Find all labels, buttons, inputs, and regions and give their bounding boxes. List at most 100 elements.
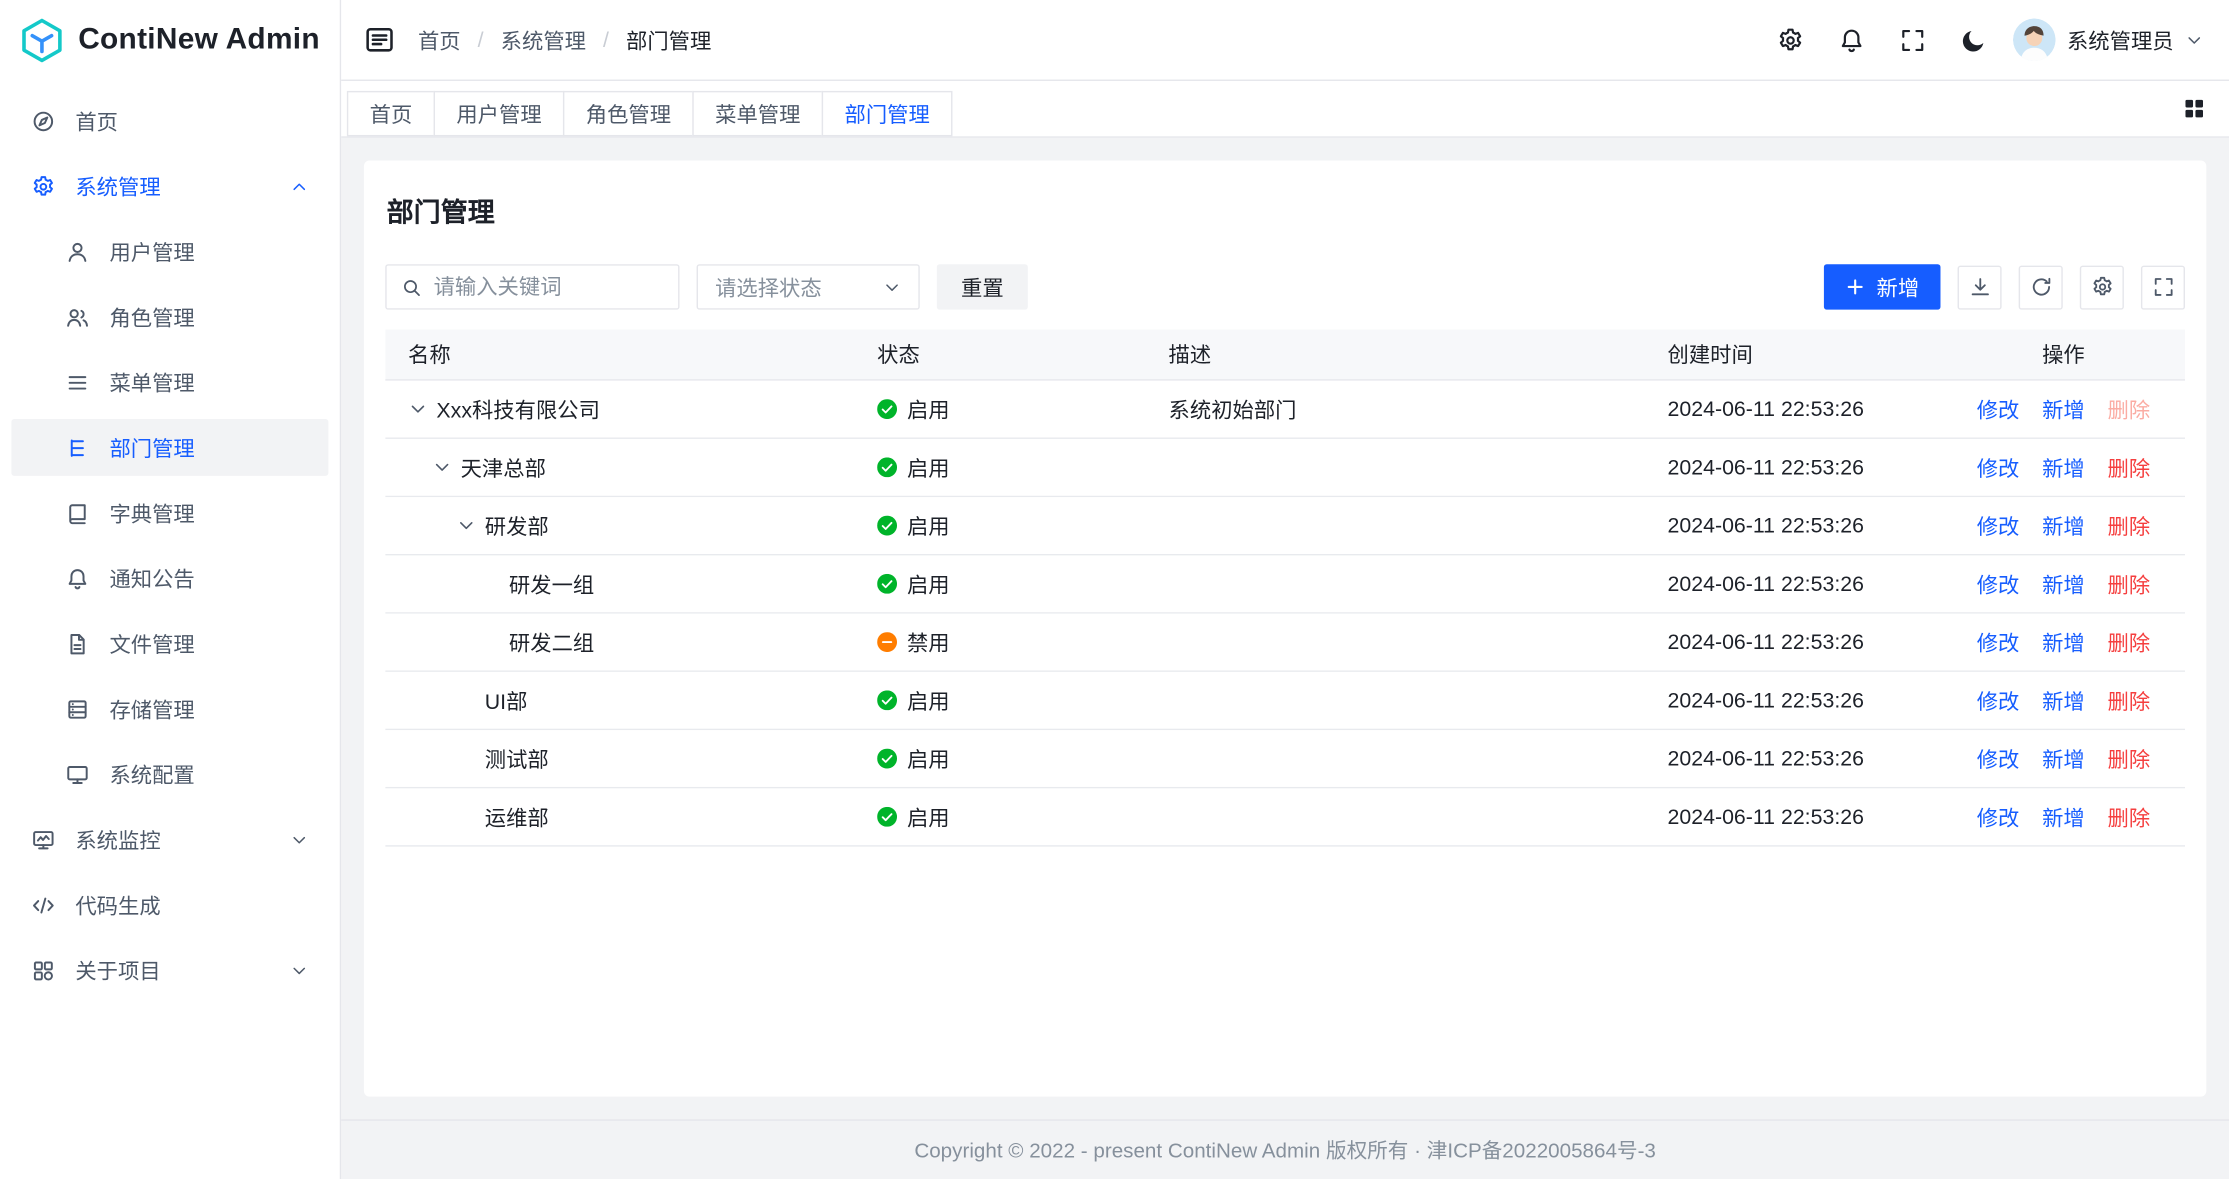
sidebar-item-about[interactable]: 关于项目 bbox=[11, 942, 328, 999]
collapse-caret-icon[interactable] bbox=[408, 399, 428, 419]
edit-link[interactable]: 修改 bbox=[1977, 627, 2020, 657]
sidebar-item-role[interactable]: 角色管理 bbox=[11, 288, 328, 345]
breadcrumb-item[interactable]: 首页 bbox=[418, 25, 461, 55]
book-icon bbox=[65, 501, 89, 525]
settings-gear-icon[interactable] bbox=[1777, 26, 1804, 53]
sidebar-item-config[interactable]: 系统配置 bbox=[11, 746, 328, 803]
tab-首页[interactable]: 首页 bbox=[347, 91, 435, 136]
edit-link[interactable]: 修改 bbox=[1977, 802, 2020, 832]
dept-description: 系统初始部门 bbox=[1146, 381, 1645, 438]
sidebar-item-notice[interactable]: 通知公告 bbox=[11, 550, 328, 607]
add-child-link[interactable]: 新增 bbox=[2042, 511, 2085, 541]
add-child-link[interactable]: 新增 bbox=[2042, 685, 2085, 715]
refresh-button[interactable] bbox=[2019, 265, 2063, 309]
dept-description bbox=[1146, 555, 1645, 612]
logo[interactable]: ContiNew Admin bbox=[0, 0, 340, 80]
export-download-button[interactable] bbox=[1958, 265, 2002, 309]
tab-actions-grid-icon[interactable] bbox=[2182, 97, 2206, 121]
dept-name: 天津总部 bbox=[461, 452, 546, 482]
status-label: 启用 bbox=[907, 802, 950, 832]
fullscreen-icon[interactable] bbox=[1899, 26, 1926, 53]
plus-icon bbox=[1845, 277, 1865, 297]
dashboard-icon bbox=[31, 109, 55, 133]
edit-link[interactable]: 修改 bbox=[1977, 569, 2020, 599]
sidebar-item-file[interactable]: 文件管理 bbox=[11, 615, 328, 672]
sidebar-item-system[interactable]: 系统管理 bbox=[11, 158, 328, 215]
user-menu[interactable]: 系统管理员 bbox=[2013, 18, 2204, 61]
sidebar-item-codegen[interactable]: 代码生成 bbox=[11, 876, 328, 933]
chevron-down-icon bbox=[883, 278, 901, 296]
edit-link[interactable]: 修改 bbox=[1977, 394, 2020, 424]
created-time: 2024-06-11 22:53:26 bbox=[1645, 497, 1944, 554]
add-child-link[interactable]: 新增 bbox=[2042, 569, 2085, 599]
storage-icon bbox=[65, 697, 89, 721]
tree-icon bbox=[65, 435, 89, 459]
delete-link[interactable]: 删除 bbox=[2108, 394, 2151, 424]
add-child-link[interactable]: 新增 bbox=[2042, 744, 2085, 774]
code-icon bbox=[31, 893, 55, 917]
sidebar-item-dict[interactable]: 字典管理 bbox=[11, 484, 328, 541]
reset-button[interactable]: 重置 bbox=[937, 264, 1028, 309]
delete-link[interactable]: 删除 bbox=[2108, 627, 2151, 657]
sidebar-collapse-button[interactable] bbox=[364, 24, 395, 55]
list-icon bbox=[65, 370, 89, 394]
status-label: 启用 bbox=[907, 569, 950, 599]
avatar bbox=[2013, 18, 2056, 61]
collapse-caret-icon[interactable] bbox=[432, 457, 452, 477]
delete-link[interactable]: 删除 bbox=[2108, 569, 2151, 599]
sidebar-item-home[interactable]: 首页 bbox=[11, 92, 328, 149]
status-select[interactable]: 请选择状态 bbox=[697, 264, 920, 309]
column-settings-button[interactable] bbox=[2080, 265, 2124, 309]
tab-bar: 首页用户管理角色管理菜单管理部门管理 bbox=[341, 81, 2229, 138]
delete-link[interactable]: 删除 bbox=[2108, 452, 2151, 482]
sidebar-item-monitor[interactable]: 系统监控 bbox=[11, 811, 328, 868]
add-child-link[interactable]: 新增 bbox=[2042, 802, 2085, 832]
created-time: 2024-06-11 22:53:26 bbox=[1645, 614, 1944, 671]
sidebar-item-storage[interactable]: 存储管理 bbox=[11, 680, 328, 737]
dept-description bbox=[1146, 497, 1645, 554]
edit-link[interactable]: 修改 bbox=[1977, 452, 2020, 482]
sidebar-nav: 首页 系统管理 用户管理 角色管理 菜单管理 部门管理 字典 bbox=[0, 80, 340, 1012]
edit-link[interactable]: 修改 bbox=[1977, 744, 2020, 774]
delete-link[interactable]: 删除 bbox=[2108, 685, 2151, 715]
delete-link[interactable]: 删除 bbox=[2108, 511, 2151, 541]
app-root: ContiNew Admin 首页 系统管理 用户管理 角色管理 菜单管理 bbox=[0, 0, 2229, 1179]
fullscreen-icon bbox=[2152, 276, 2175, 299]
keyword-input[interactable] bbox=[434, 275, 664, 299]
notification-bell-icon[interactable] bbox=[1838, 26, 1865, 53]
delete-link[interactable]: 删除 bbox=[2108, 744, 2151, 774]
tabs: 首页用户管理角色管理菜单管理部门管理 bbox=[347, 91, 953, 136]
tree-indent bbox=[408, 641, 481, 642]
collapse-caret-icon[interactable] bbox=[456, 516, 476, 536]
tab-用户管理[interactable]: 用户管理 bbox=[434, 91, 565, 136]
breadcrumb-item[interactable]: 部门管理 bbox=[626, 25, 711, 55]
add-button[interactable]: 新增 bbox=[1824, 264, 1941, 309]
edit-link[interactable]: 修改 bbox=[1977, 511, 2020, 541]
add-child-link[interactable]: 新增 bbox=[2042, 394, 2085, 424]
sidebar-item-menu[interactable]: 菜单管理 bbox=[11, 354, 328, 411]
add-child-link[interactable]: 新增 bbox=[2042, 627, 2085, 657]
sidebar-item-dept[interactable]: 部门管理 bbox=[11, 419, 328, 476]
logo-icon bbox=[18, 16, 65, 63]
dept-name: 研发二组 bbox=[509, 627, 594, 657]
refresh-icon bbox=[2029, 276, 2052, 299]
status-badge: 禁用 bbox=[877, 627, 950, 657]
tab-部门管理[interactable]: 部门管理 bbox=[822, 91, 953, 136]
status-badge: 启用 bbox=[877, 569, 950, 599]
breadcrumb: 首页/系统管理/部门管理 bbox=[418, 25, 711, 55]
sidebar-item-label: 通知公告 bbox=[109, 563, 194, 593]
edit-link[interactable]: 修改 bbox=[1977, 685, 2020, 715]
delete-link[interactable]: 删除 bbox=[2108, 802, 2151, 832]
dark-mode-moon-icon[interactable] bbox=[1960, 26, 1987, 53]
breadcrumb-item[interactable]: 系统管理 bbox=[501, 25, 586, 55]
tab-角色管理[interactable]: 角色管理 bbox=[563, 91, 694, 136]
table-fullscreen-button[interactable] bbox=[2141, 265, 2185, 309]
add-child-link[interactable]: 新增 bbox=[2042, 452, 2085, 482]
sidebar-item-user[interactable]: 用户管理 bbox=[11, 223, 328, 280]
table-row: 研发一组 启用 2024-06-11 22:53:26 修改 新增 删除 bbox=[385, 555, 2185, 613]
chevron-down-icon bbox=[2185, 31, 2203, 49]
dept-description bbox=[1146, 788, 1645, 845]
monitor-chart-icon bbox=[31, 827, 55, 851]
tree-indent bbox=[408, 525, 456, 526]
tab-菜单管理[interactable]: 菜单管理 bbox=[692, 91, 823, 136]
